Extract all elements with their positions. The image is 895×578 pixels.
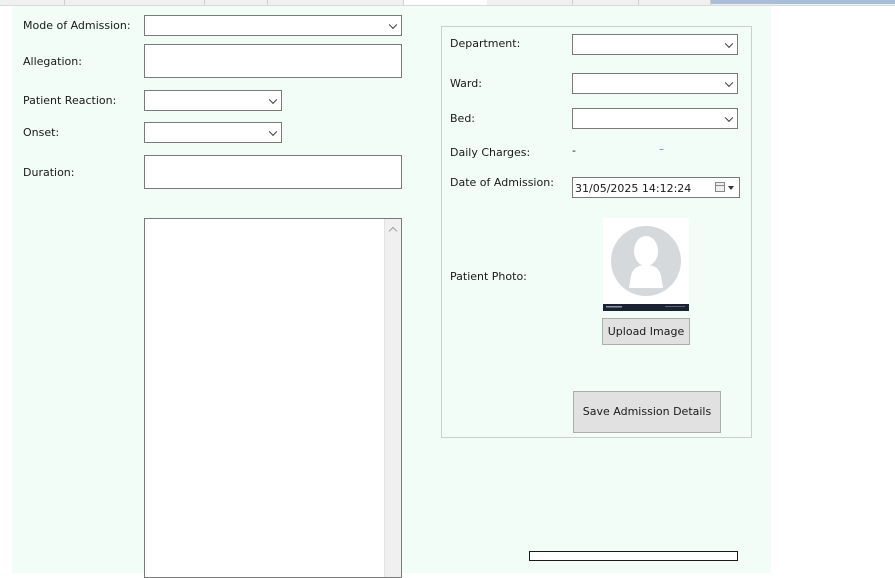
patient-photo-image [603,218,689,311]
daily-charges-value: - [572,144,576,157]
ward-label: Ward: [450,77,482,90]
bed-label: Bed: [450,112,476,125]
onset-combo[interactable] [144,122,282,143]
tab-6[interactable] [488,0,573,5]
chevron-down-icon [388,20,398,29]
chevron-up-icon[interactable] [388,226,398,236]
dropdown-arrow-icon[interactable] [728,186,734,190]
duration-label: Duration: [23,166,75,179]
tab-3[interactable] [205,0,268,5]
calendar-icon[interactable] [715,182,725,192]
tab-8[interactable] [639,0,711,5]
department-label: Department: [450,37,521,50]
notes-textarea[interactable] [144,218,402,578]
chevron-down-icon [724,113,734,122]
mode-of-admission-combo[interactable] [144,15,402,36]
chevron-down-icon [724,78,734,87]
tab-4[interactable] [268,0,404,5]
chevron-down-icon [724,39,734,48]
avatar-placeholder-icon [603,218,689,311]
notes-scrollbar[interactable] [384,219,401,577]
department-combo[interactable] [572,34,738,55]
patient-photo-label: Patient Photo: [450,270,527,283]
tab-2[interactable] [65,0,205,5]
date-of-admission-value: 31/05/2025 14:12:24 [575,182,692,195]
ward-combo[interactable] [572,73,738,94]
mode-of-admission-label: Mode of Admission: [23,19,131,32]
patient-reaction-label: Patient Reaction: [23,94,117,107]
chevron-down-icon [268,95,278,104]
bed-combo[interactable] [572,108,738,129]
chevron-down-icon [268,127,278,136]
date-of-admission-picker[interactable]: 31/05/2025 14:12:24 [572,177,740,198]
allegation-label: Allegation: [23,55,82,68]
duration-input[interactable] [144,155,402,189]
tab-1[interactable] [0,0,65,5]
save-admission-button[interactable]: Save Admission Details [573,391,721,433]
date-of-admission-label: Date of Admission: [450,176,554,189]
tab-7[interactable] [573,0,639,5]
upload-image-button[interactable]: Upload Image [602,318,690,345]
daily-charges-currency: – [659,144,664,155]
daily-charges-label: Daily Charges: [450,146,531,159]
tab-admission[interactable] [404,0,487,5]
patient-reaction-combo[interactable] [144,90,282,111]
allegation-input[interactable] [144,44,402,78]
progress-bar [529,551,738,561]
tab-scroll-indicator[interactable] [711,0,895,4]
onset-label: Onset: [23,126,60,139]
